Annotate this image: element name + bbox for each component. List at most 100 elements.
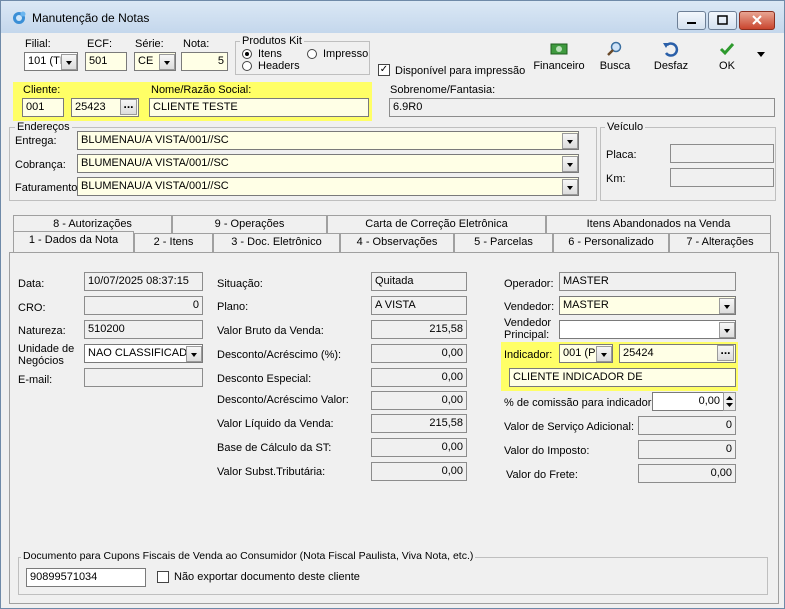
desc-pct-input[interactable]: 0,00 [371, 344, 467, 363]
unidade-label-line2: Negócios [18, 355, 64, 367]
placa-input[interactable] [670, 144, 774, 163]
tab-parcelas[interactable]: 5 - Parcelas [454, 233, 553, 252]
close-icon [752, 15, 762, 25]
disponivel-checkbox[interactable]: ✓ [378, 64, 390, 76]
radio-headers[interactable] [242, 61, 252, 71]
disponivel-label: Disponível para impressão [395, 65, 526, 77]
veiculo-group [600, 127, 776, 201]
tab-doc-eletronico[interactable]: 3 - Doc. Eletrônico [213, 233, 340, 252]
operador-label: Operador: [504, 278, 554, 290]
sobrenome-input[interactable]: 6.9R0 [389, 98, 775, 117]
entrega-select[interactable]: BLUMENAU/A VISTA/001//SC [77, 131, 579, 150]
operador-input[interactable]: MASTER [559, 272, 736, 291]
cobranca-select[interactable]: BLUMENAU/A VISTA/001//SC [77, 154, 579, 173]
nao-exportar-checkbox[interactable] [157, 571, 169, 583]
busca-button[interactable]: Busca [595, 41, 635, 72]
documento-input[interactable]: 90899571034 [26, 568, 146, 587]
vend-princ-dropdown-icon[interactable] [719, 322, 735, 338]
money-icon [550, 43, 568, 55]
tab-operacoes[interactable]: 9 - Operações [172, 215, 327, 234]
desc-esp-input[interactable]: 0,00 [371, 368, 467, 387]
imposto-input[interactable]: 0 [638, 440, 736, 459]
enderecos-title: Endereços [15, 121, 72, 133]
faturamento-dropdown-icon[interactable] [562, 179, 578, 195]
ok-label: OK [719, 60, 735, 72]
faturamento-value: BLUMENAU/A VISTA/001//SC [81, 180, 229, 192]
desc-pct-label: Desconto/Acréscimo (%): [217, 349, 342, 361]
indicador-dropdown-icon[interactable] [596, 346, 612, 362]
frete-input[interactable]: 0,00 [638, 464, 736, 483]
filial-dropdown-icon[interactable] [61, 54, 77, 70]
ok-button[interactable]: OK [711, 41, 743, 72]
vendedor-dropdown-icon[interactable] [719, 298, 735, 314]
base-st-input[interactable]: 0,00 [371, 438, 467, 457]
tab-personalizado[interactable]: 6 - Personalizado [553, 233, 669, 252]
plano-input[interactable]: A VISTA [371, 296, 467, 315]
comissao-spinner[interactable] [723, 392, 736, 411]
cliente-search-button[interactable]: ... [120, 98, 137, 115]
vend-princ-label-line2: Principal: [504, 329, 550, 341]
km-label: Km: [606, 173, 626, 185]
cliente-code2-value: 25423 [75, 101, 106, 113]
comissao-input[interactable]: 0,00 [652, 392, 724, 411]
tab-itens[interactable]: 2 - Itens [134, 233, 213, 252]
indicador-search-button[interactable]: ... [717, 344, 734, 361]
close-button[interactable] [739, 11, 775, 30]
minimize-button[interactable] [677, 11, 706, 30]
cro-input[interactable]: 0 [84, 296, 203, 315]
vendedor-label: Vendedor: [504, 301, 555, 313]
financeiro-button[interactable]: Financeiro [532, 41, 586, 72]
tab-observacoes[interactable]: 4 - Observações [340, 233, 454, 252]
checkmark-icon [719, 43, 735, 56]
tab-itens-abandonados[interactable]: Itens Abandonados na Venda [546, 215, 771, 234]
faturamento-select[interactable]: BLUMENAU/A VISTA/001//SC [77, 177, 579, 196]
radio-itens-label: Itens [258, 48, 282, 60]
maximize-button[interactable] [708, 11, 737, 30]
desfaz-button[interactable]: Desfaz [649, 41, 693, 72]
radio-impresso[interactable] [307, 49, 317, 59]
frete-label: Valor do Frete: [506, 469, 578, 481]
liquido-input[interactable]: 215,58 [371, 414, 467, 433]
minimize-icon [687, 22, 696, 24]
radio-itens[interactable] [242, 49, 252, 59]
maximize-icon [717, 15, 728, 25]
vendedor-select[interactable]: MASTER [559, 296, 736, 315]
data-input[interactable]: 10/07/2025 08:37:15 [84, 272, 203, 291]
documento-title: Documento para Cupons Fiscais de Venda a… [21, 550, 476, 562]
subst-input[interactable]: 0,00 [371, 462, 467, 481]
base-st-label: Base de Cálculo da ST: [217, 442, 332, 454]
km-input[interactable] [670, 168, 774, 187]
cliente-code1-input[interactable]: 001 [22, 98, 64, 117]
entrega-dropdown-icon[interactable] [562, 133, 578, 149]
unidade-dropdown-icon[interactable] [186, 346, 202, 362]
veiculo-title: Veículo [605, 121, 646, 133]
nome-input[interactable]: CLIENTE TESTE [149, 98, 369, 117]
tab-dados-da-nota[interactable]: 1 - Dados da Nota [13, 231, 134, 252]
servico-input[interactable]: 0 [638, 416, 736, 435]
desc-val-label: Desconto/Acréscimo Valor: [217, 394, 349, 406]
ecf-input[interactable]: 501 [85, 52, 127, 71]
natureza-input[interactable]: 510200 [84, 320, 203, 339]
financeiro-label: Financeiro [533, 60, 585, 72]
data-label: Data: [18, 278, 45, 290]
desc-val-input[interactable]: 0,00 [371, 391, 467, 410]
cobranca-dropdown-icon[interactable] [562, 156, 578, 172]
window-title: Manutenção de Notas [32, 11, 150, 25]
main-window: Manutenção de Notas Filial: 101 (TI ECF:… [0, 0, 785, 609]
filial-label: Filial: [25, 38, 51, 50]
produtos-kit-title: Produtos Kit [240, 35, 304, 47]
vend-princ-select[interactable] [559, 320, 736, 339]
nota-input[interactable]: 5 [181, 52, 228, 71]
situacao-input[interactable]: Quitada [371, 272, 467, 291]
bruto-input[interactable]: 215,58 [371, 320, 467, 339]
tab-carta-correcao[interactable]: Carta de Correção Eletrônica [327, 215, 546, 234]
cro-label: CRO: [18, 302, 46, 314]
placa-label: Placa: [606, 149, 637, 161]
toolbar-more-icon[interactable] [756, 50, 766, 58]
email-input[interactable] [84, 368, 203, 387]
unidade-label-line1: Unidade de [18, 343, 75, 355]
tab-alteracoes[interactable]: 7 - Alterações [669, 233, 771, 252]
indicador-nome-input[interactable]: CLIENTE INDICADOR DE [509, 368, 736, 387]
cobranca-label: Cobrança: [15, 159, 66, 171]
serie-dropdown-icon[interactable] [159, 54, 175, 70]
